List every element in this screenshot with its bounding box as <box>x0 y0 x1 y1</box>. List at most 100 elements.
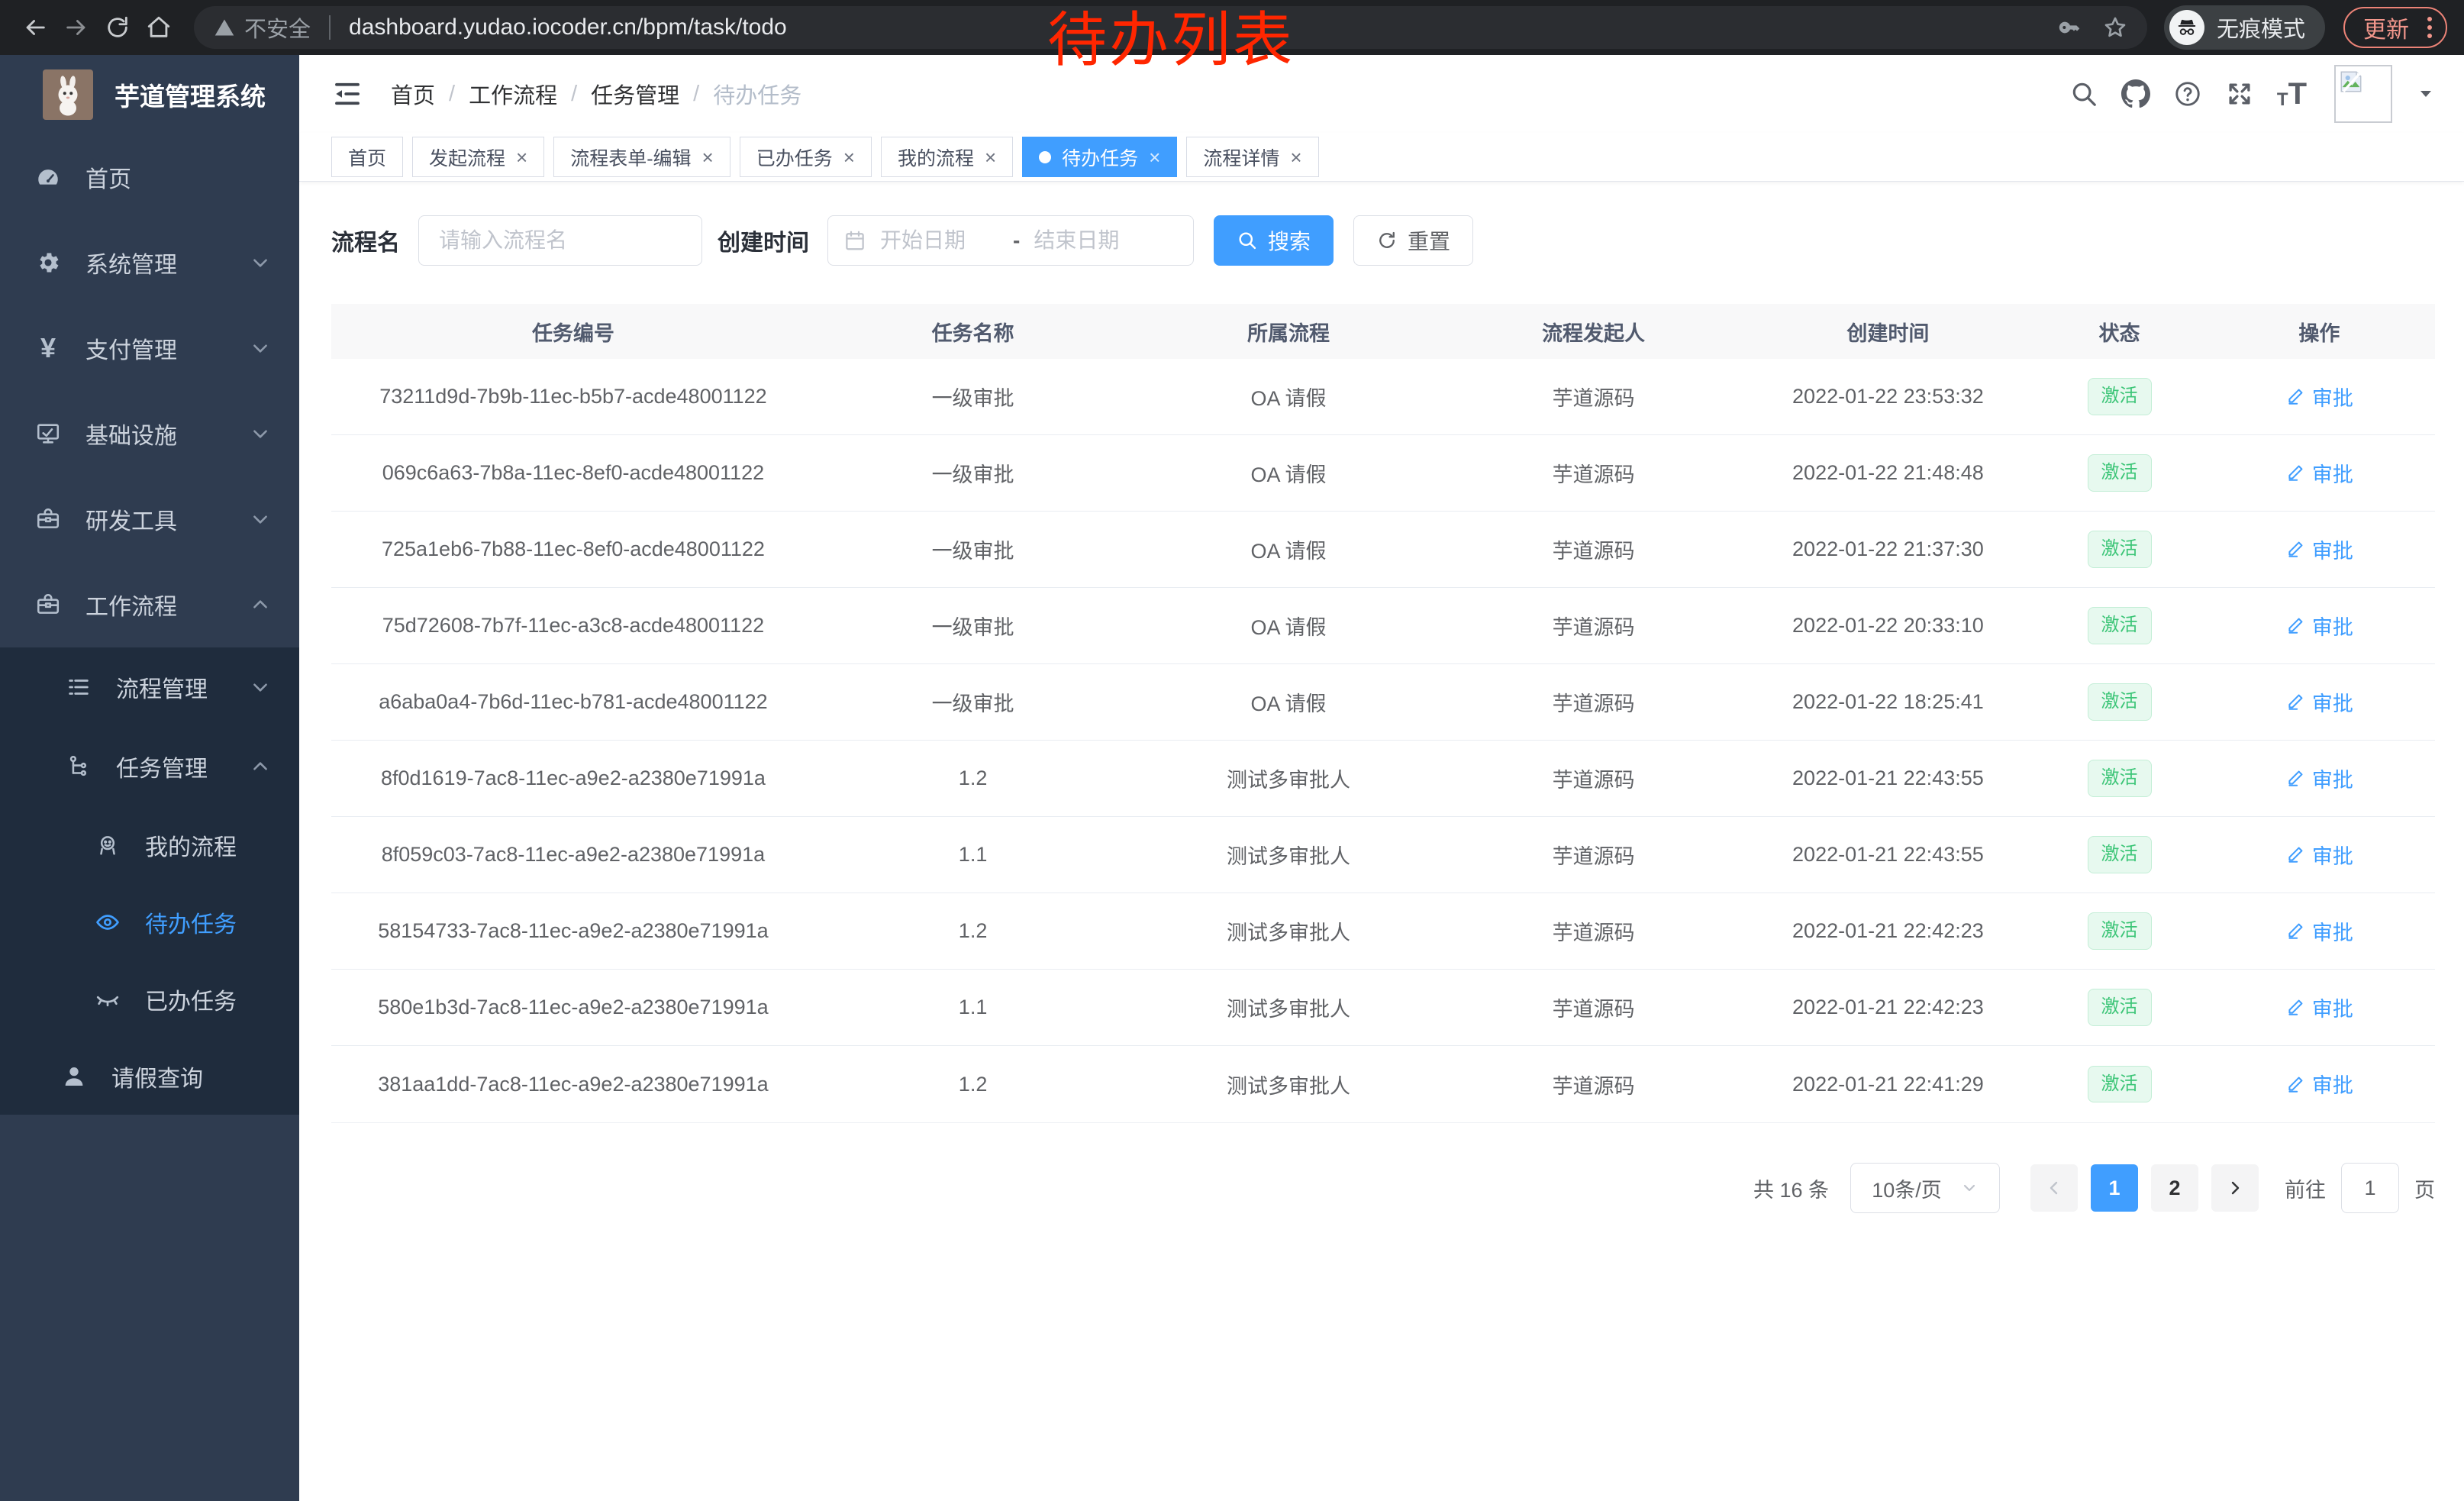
cell-actions: 审批 <box>2204 916 2435 947</box>
approve-button[interactable]: 审批 <box>2285 458 2353 488</box>
sidebar-item-my-process[interactable]: 我的流程 <box>0 806 299 883</box>
cell-starter: 芋道源码 <box>1446 687 1741 717</box>
chevron-down-icon <box>250 509 270 529</box>
tab-item[interactable]: 已办任务× <box>740 137 872 177</box>
help-icon[interactable] <box>2173 79 2202 108</box>
approve-button[interactable]: 审批 <box>2285 382 2353 412</box>
tab-close-icon[interactable]: × <box>1290 147 1301 167</box>
breadcrumb-item[interactable]: 任务管理 <box>591 78 679 110</box>
approve-button[interactable]: 审批 <box>2285 840 2353 870</box>
tab-close-icon[interactable]: × <box>985 147 996 167</box>
caret-down-icon[interactable] <box>2417 85 2435 103</box>
approve-button[interactable]: 审批 <box>2285 687 2353 717</box>
eye-closed-icon <box>93 986 122 1012</box>
chevron-down-icon <box>250 253 270 273</box>
list-icon <box>64 674 93 700</box>
sidebar-item-label: 我的流程 <box>145 828 237 862</box>
password-key-icon[interactable] <box>2057 15 2082 40</box>
end-date-input[interactable] <box>1032 228 1154 253</box>
status-badge: 激活 <box>2088 378 2152 415</box>
header-process: 所属流程 <box>1130 317 1446 347</box>
github-icon[interactable] <box>2121 79 2150 108</box>
cell-task-name: 一级审批 <box>815 534 1130 564</box>
approve-button[interactable]: 审批 <box>2285 1069 2353 1099</box>
font-size-icon[interactable]: TT <box>2277 79 2307 109</box>
cell-starter: 芋道源码 <box>1446 458 1741 488</box>
tab-item[interactable]: 流程详情× <box>1186 137 1318 177</box>
cell-task-name: 一级审批 <box>815 458 1130 488</box>
search-icon[interactable] <box>2069 79 2098 108</box>
prev-page-button[interactable] <box>2030 1164 2078 1212</box>
sidebar-collapse-button[interactable] <box>331 78 363 110</box>
page-button-1[interactable]: 1 <box>2091 1164 2138 1212</box>
security-status[interactable]: 不安全 <box>214 11 311 44</box>
tab-item[interactable]: 发起流程× <box>412 137 544 177</box>
process-name-field[interactable] <box>418 215 702 266</box>
approve-button[interactable]: 审批 <box>2285 763 2353 793</box>
browser-update-button[interactable]: 更新 <box>2343 7 2447 48</box>
sidebar-logo[interactable]: 芋道管理系统 <box>0 55 299 134</box>
sidebar-item-done-tasks[interactable]: 已办任务 <box>0 960 299 1038</box>
goto-page-input[interactable] <box>2341 1163 2399 1213</box>
sidebar-item-leave-query[interactable]: 请假查询 <box>0 1038 299 1115</box>
approve-button[interactable]: 审批 <box>2285 534 2353 564</box>
breadcrumb-item[interactable]: 工作流程 <box>469 78 557 110</box>
table-row: 8f059c03-7ac8-11ec-a9e2-a2380e71991a 1.1… <box>331 817 2435 893</box>
browser-reload-button[interactable] <box>99 9 136 46</box>
breadcrumb-item[interactable]: 首页 <box>391 78 435 110</box>
tab-label: 首页 <box>348 144 386 171</box>
sidebar-item-system[interactable]: 系统管理 <box>0 220 299 305</box>
cell-task-id: 75d72608-7b7f-11ec-a3c8-acde48001122 <box>331 614 815 638</box>
process-name-input[interactable] <box>437 228 683 253</box>
tab-close-icon[interactable]: × <box>702 147 714 167</box>
tab-item[interactable]: 流程表单-编辑× <box>553 137 730 177</box>
table-row: 580e1b3d-7ac8-11ec-a9e2-a2380e71991a 1.1… <box>331 970 2435 1046</box>
sidebar-item-dev-tools[interactable]: 研发工具 <box>0 476 299 562</box>
address-bar[interactable]: 不安全 dashboard.yudao.iocoder.cn/bpm/task/… <box>194 6 2147 49</box>
tab-close-icon[interactable]: × <box>1149 147 1160 167</box>
sidebar-item-payment[interactable]: ¥ 支付管理 <box>0 305 299 391</box>
sidebar-item-home[interactable]: 首页 <box>0 134 299 220</box>
reset-button[interactable]: 重置 <box>1353 215 1473 266</box>
navbar-actions: TT <box>2069 65 2435 123</box>
browser-menu-icon[interactable] <box>2423 17 2437 38</box>
edit-icon <box>2285 921 2305 941</box>
tab-item[interactable]: 首页 <box>331 137 403 177</box>
tab-close-icon[interactable]: × <box>843 147 855 167</box>
cell-starter: 芋道源码 <box>1446 993 1741 1022</box>
page-size-select[interactable]: 10条/页 <box>1850 1163 2000 1213</box>
sidebar-item-label: 研发工具 <box>85 502 177 536</box>
url-text[interactable]: dashboard.yudao.iocoder.cn/bpm/task/todo <box>349 15 2046 40</box>
reload-icon <box>105 15 131 40</box>
sidebar-item-process-management[interactable]: 流程管理 <box>0 647 299 727</box>
start-date-input[interactable] <box>879 228 1001 253</box>
sidebar-item-todo-tasks[interactable]: 待办任务 <box>0 883 299 960</box>
incognito-badge: 无痕模式 <box>2164 5 2325 50</box>
tab-item[interactable]: 我的流程× <box>881 137 1013 177</box>
cell-task-name: 一级审批 <box>815 687 1130 717</box>
cell-status: 激活 <box>2035 836 2203 873</box>
yen-icon: ¥ <box>34 334 63 362</box>
approve-button[interactable]: 审批 <box>2285 993 2353 1022</box>
avatar[interactable] <box>2334 65 2392 123</box>
sidebar-item-workflow[interactable]: 工作流程 <box>0 562 299 647</box>
browser-home-button[interactable] <box>140 9 177 46</box>
sidebar-item-infrastructure[interactable]: 基础设施 <box>0 391 299 476</box>
next-page-button[interactable] <box>2211 1164 2259 1212</box>
page-button-2[interactable]: 2 <box>2151 1164 2198 1212</box>
cell-actions: 审批 <box>2204 458 2435 489</box>
browser-back-button[interactable] <box>17 9 53 46</box>
approve-button[interactable]: 审批 <box>2285 611 2353 641</box>
tab-close-icon[interactable]: × <box>516 147 527 167</box>
browser-forward-button[interactable] <box>58 9 95 46</box>
tab-active[interactable]: 待办任务× <box>1022 137 1177 177</box>
cell-task-id: 069c6a63-7b8a-11ec-8ef0-acde48001122 <box>331 461 815 485</box>
chevron-down-icon <box>1960 1179 1979 1197</box>
date-range-picker[interactable]: - <box>827 215 1194 266</box>
sidebar-item-task-management[interactable]: 任务管理 <box>0 727 299 806</box>
fullscreen-icon[interactable] <box>2225 79 2254 108</box>
cell-actions: 审批 <box>2204 611 2435 641</box>
search-button[interactable]: 搜索 <box>1214 215 1334 266</box>
bookmark-star-icon[interactable] <box>2103 15 2127 40</box>
approve-button[interactable]: 审批 <box>2285 916 2353 946</box>
